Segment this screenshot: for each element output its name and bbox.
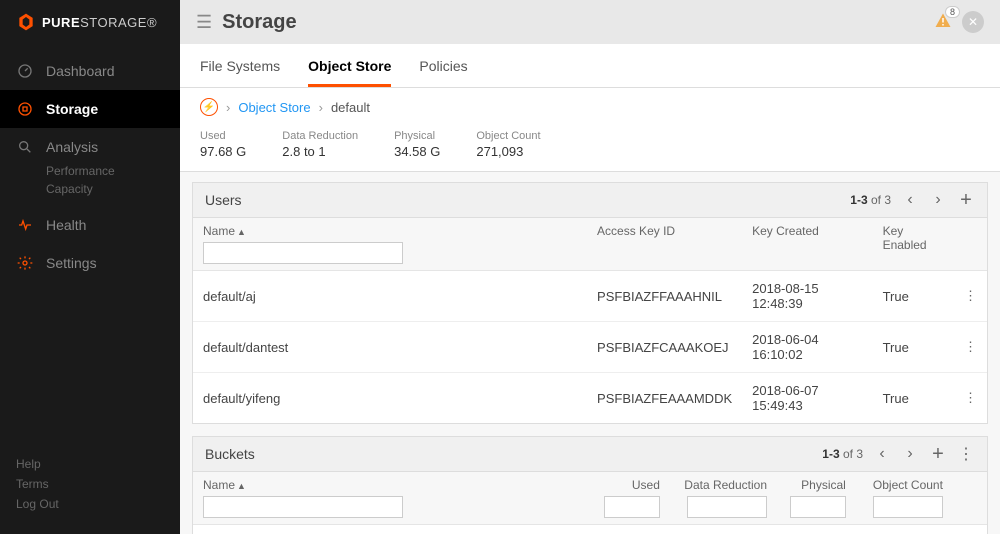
user-row-actions[interactable]: ⋮ <box>954 271 987 322</box>
users-col-name[interactable]: Name▲ <box>193 218 587 271</box>
page-title: Storage <box>222 11 296 34</box>
stat-physical: Physical34.58 G <box>394 130 440 159</box>
buckets-col-reduction[interactable]: Data Reduction <box>670 472 777 525</box>
tab-file-systems[interactable]: File Systems <box>200 44 280 87</box>
dashboard-icon <box>16 62 34 80</box>
health-icon <box>16 216 34 234</box>
sidebar-footer: Help Terms Log Out <box>0 444 180 534</box>
sidebar-item-storage[interactable]: Storage <box>0 90 180 128</box>
alert-count: 8 <box>945 6 960 18</box>
storage-icon <box>16 100 34 118</box>
sidebar-item-label: Dashboard <box>46 63 115 79</box>
sidebar-item-health[interactable]: Health <box>0 206 180 244</box>
chevron-right-icon: › <box>319 100 323 115</box>
close-icon: ✕ <box>968 15 978 29</box>
buckets-reduction-filter[interactable] <box>687 496 767 518</box>
buckets-next-page[interactable]: › <box>901 445 919 463</box>
breadcrumb: ⚡ › Object Store › default <box>180 88 1000 126</box>
stat-used: Used97.68 G <box>200 130 246 159</box>
users-panel: Users 1-3 of 3 ‹ › + Name▲ Access Key ID… <box>192 182 988 424</box>
sidebar-item-label: Settings <box>46 255 97 271</box>
sidebar-item-analysis[interactable]: Analysis <box>0 128 180 166</box>
buckets-add-button[interactable]: + <box>929 445 947 463</box>
alert-badge[interactable]: 8 <box>934 12 952 33</box>
main: ☰ Storage 8 ✕ File Systems Object Store … <box>180 0 1000 534</box>
users-name-filter[interactable] <box>203 242 403 264</box>
breadcrumb-root-icon[interactable]: ⚡ <box>200 98 218 116</box>
stats-bar: Used97.68 G Data Reduction2.8 to 1 Physi… <box>180 126 1000 172</box>
buckets-col-used[interactable]: Used <box>591 472 670 525</box>
buckets-count-filter[interactable] <box>873 496 943 518</box>
user-row-actions[interactable]: ⋮ <box>954 322 987 373</box>
topbar: ☰ Storage 8 ✕ <box>180 0 1000 44</box>
buckets-pager: 1-3 of 3 <box>822 447 863 461</box>
buckets-col-count[interactable]: Object Count <box>856 472 953 525</box>
users-col-created[interactable]: Key Created <box>742 218 872 271</box>
chevron-right-icon: › <box>226 100 230 115</box>
user-row-actions[interactable]: ⋮ <box>954 373 987 424</box>
sidebar: PURESTORAGE® Dashboard Storage Analysis … <box>0 0 180 534</box>
sidebar-item-settings[interactable]: Settings <box>0 244 180 282</box>
buckets-panel-title: Buckets <box>205 446 255 462</box>
footer-logout[interactable]: Log Out <box>16 494 164 514</box>
brand: PURESTORAGE® <box>0 0 180 44</box>
menu-icon[interactable]: ☰ <box>196 12 212 33</box>
analysis-icon <box>16 138 34 156</box>
table-row: default/dantestPSFBIAZFCAAAKOEJ2018-06-0… <box>193 322 987 373</box>
sidebar-item-label: Storage <box>46 101 98 117</box>
buckets-panel: Buckets 1-3 of 3 ‹ › + ⋮ Name▲ Used Data… <box>192 436 988 534</box>
sidebar-item-dashboard[interactable]: Dashboard <box>0 52 180 90</box>
settings-icon <box>16 254 34 272</box>
buckets-col-physical[interactable]: Physical <box>777 472 856 525</box>
sort-asc-icon: ▲ <box>237 481 246 491</box>
buckets-col-name[interactable]: Name▲ <box>193 472 591 525</box>
tab-policies[interactable]: Policies <box>419 44 467 87</box>
brand-name: PURESTORAGE® <box>42 15 157 30</box>
bucket-delete[interactable] <box>953 525 987 534</box>
sidebar-item-label: Analysis <box>46 139 98 155</box>
users-pager: 1-3 of 3 <box>850 193 891 207</box>
breadcrumb-link[interactable]: Object Store <box>238 100 310 115</box>
sort-asc-icon: ▲ <box>237 227 246 237</box>
sidebar-sub-capacity[interactable]: Capacity <box>46 180 180 198</box>
buckets-physical-filter[interactable] <box>790 496 846 518</box>
footer-terms[interactable]: Terms <box>16 474 164 494</box>
sidebar-item-label: Health <box>46 217 86 233</box>
sidebar-sub-performance[interactable]: Performance <box>46 162 180 180</box>
buckets-table: Name▲ Used Data Reduction Physical Objec… <box>193 472 987 534</box>
content: Users 1-3 of 3 ‹ › + Name▲ Access Key ID… <box>180 172 1000 534</box>
users-add-button[interactable]: + <box>957 191 975 209</box>
stat-data-reduction: Data Reduction2.8 to 1 <box>282 130 358 159</box>
users-panel-title: Users <box>205 192 242 208</box>
table-row: deephub15.49 G1.0 to 114.91 G155,665 <box>193 525 987 534</box>
table-row: default/ajPSFBIAZFFAAAHNIL2018-08-15 12:… <box>193 271 987 322</box>
buckets-prev-page[interactable]: ‹ <box>873 445 891 463</box>
buckets-name-filter[interactable] <box>203 496 403 518</box>
footer-help[interactable]: Help <box>16 454 164 474</box>
table-row: default/yifengPSFBIAZFEAAAMDDK2018-06-07… <box>193 373 987 424</box>
buckets-used-filter[interactable] <box>604 496 660 518</box>
tabs: File Systems Object Store Policies <box>180 44 1000 88</box>
breadcrumb-current: default <box>331 100 370 115</box>
buckets-more-button[interactable]: ⋮ <box>957 445 975 463</box>
users-next-page[interactable]: › <box>929 191 947 209</box>
close-button[interactable]: ✕ <box>962 11 984 33</box>
nav: Dashboard Storage Analysis Performance C… <box>0 44 180 444</box>
users-table: Name▲ Access Key ID Key Created Key Enab… <box>193 218 987 423</box>
users-col-enabled[interactable]: Key Enabled <box>873 218 954 271</box>
brand-logo-icon <box>16 12 36 32</box>
stat-object-count: Object Count271,093 <box>476 130 540 159</box>
tab-object-store[interactable]: Object Store <box>308 44 391 87</box>
users-col-keyid[interactable]: Access Key ID <box>587 218 742 271</box>
sidebar-sub-analysis: Performance Capacity <box>0 162 180 206</box>
users-prev-page[interactable]: ‹ <box>901 191 919 209</box>
